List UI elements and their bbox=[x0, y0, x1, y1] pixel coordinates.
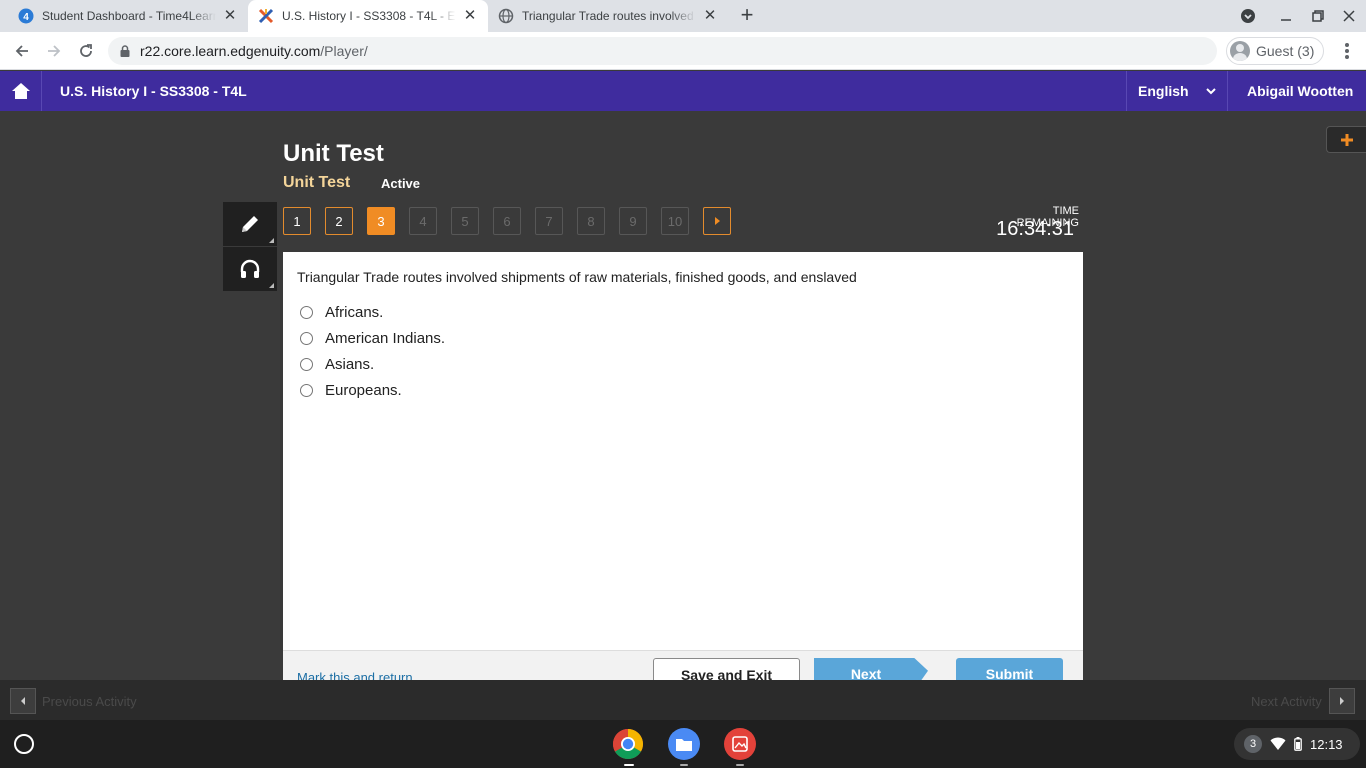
language-label: English bbox=[1138, 83, 1189, 99]
answer-option-1[interactable]: Africans. bbox=[300, 302, 383, 322]
answer-label: Europeans. bbox=[325, 381, 402, 399]
time4learning-icon: 4 bbox=[18, 8, 34, 24]
next-question-arrow[interactable] bbox=[703, 207, 731, 235]
question-nav-4[interactable]: 4 bbox=[409, 207, 437, 235]
question-nav-9[interactable]: 9 bbox=[619, 207, 647, 235]
question-text: Triangular Trade routes involved shipmen… bbox=[297, 269, 857, 285]
time-remaining-value: 16:34:31 bbox=[996, 218, 1074, 240]
url-path: /Player/ bbox=[320, 43, 368, 59]
url-host: r22.core.learn.edgenuity.com bbox=[140, 43, 321, 59]
profile-label: Guest (3) bbox=[1256, 43, 1315, 59]
os-shelf: 3 12:13 bbox=[0, 720, 1366, 768]
pencil-icon bbox=[242, 216, 258, 232]
question-panel: Triangular Trade routes involved shipmen… bbox=[283, 252, 1083, 650]
browser-tab-student-dashboard[interactable]: 4 Student Dashboard - Time4Learning ✕ bbox=[8, 0, 248, 32]
address-bar[interactable]: r22.core.learn.edgenuity.com/Player/ bbox=[108, 37, 1217, 65]
guest-avatar-icon bbox=[1230, 41, 1250, 61]
home-icon[interactable] bbox=[0, 71, 42, 111]
language-select[interactable]: English bbox=[1126, 71, 1228, 111]
app-indicator bbox=[680, 764, 688, 766]
browser-tab-triangular-trade[interactable]: Triangular Trade routes involved shipmen… bbox=[488, 0, 728, 32]
status-badge: Active bbox=[381, 176, 421, 191]
text-to-speech-button[interactable] bbox=[223, 247, 277, 291]
activity-nav-bar: Previous Activity Next Activity bbox=[0, 680, 1366, 720]
minimize-icon[interactable] bbox=[1269, 0, 1303, 32]
app-header: U.S. History I - SS3308 - T4L English Ab… bbox=[0, 71, 1366, 111]
tab-title: U.S. History I - SS3308 - T4L - Edgenuit… bbox=[282, 9, 456, 23]
edgenuity-icon bbox=[258, 8, 274, 24]
browser-tab-strip: 4 Student Dashboard - Time4Learning ✕ U.… bbox=[0, 0, 1366, 32]
wifi-icon bbox=[1270, 737, 1286, 751]
active-app-indicator bbox=[624, 764, 634, 766]
chrome-app-icon[interactable] bbox=[612, 728, 644, 760]
next-activity-label[interactable]: Next Activity bbox=[1251, 694, 1322, 709]
restore-icon[interactable] bbox=[1301, 0, 1335, 32]
question-nav-3[interactable]: 3 bbox=[367, 207, 395, 235]
close-tab-icon[interactable]: ✕ bbox=[462, 8, 478, 24]
next-activity-arrow[interactable] bbox=[1329, 688, 1355, 714]
previous-activity-arrow[interactable] bbox=[10, 688, 36, 714]
question-nav-1[interactable]: 1 bbox=[283, 207, 311, 235]
headphones-icon bbox=[240, 259, 260, 278]
svg-text:4: 4 bbox=[23, 12, 29, 23]
tab-title: Triangular Trade routes involved shipmen… bbox=[522, 9, 696, 23]
answer-option-2[interactable]: American Indians. bbox=[300, 328, 445, 348]
close-tab-icon[interactable]: ✕ bbox=[702, 8, 718, 24]
notification-count: 3 bbox=[1244, 735, 1262, 753]
tab-title: Student Dashboard - Time4Learning bbox=[42, 9, 216, 23]
mark-and-return-link[interactable]: Mark this and return bbox=[297, 670, 413, 680]
question-nav-6[interactable]: 6 bbox=[493, 207, 521, 235]
reload-icon[interactable] bbox=[73, 38, 99, 64]
close-window-icon[interactable] bbox=[1332, 0, 1366, 32]
answer-option-4[interactable]: Europeans. bbox=[300, 380, 402, 400]
browser-tab-us-history[interactable]: U.S. History I - SS3308 - T4L - Edgenuit… bbox=[248, 0, 488, 32]
close-tab-icon[interactable]: ✕ bbox=[222, 8, 238, 24]
radio-button[interactable] bbox=[300, 331, 313, 345]
expand-plus-button[interactable] bbox=[1326, 126, 1366, 153]
browser-toolbar: r22.core.learn.edgenuity.com/Player/ Gue… bbox=[0, 32, 1366, 70]
chevron-down-icon bbox=[1205, 84, 1217, 100]
answer-label: Africans. bbox=[325, 303, 384, 321]
browser-menu-icon[interactable] bbox=[1337, 41, 1357, 61]
radio-button[interactable] bbox=[300, 383, 313, 397]
launcher-icon[interactable] bbox=[14, 734, 34, 754]
files-app-icon[interactable] bbox=[668, 728, 700, 760]
radio-button[interactable] bbox=[300, 305, 313, 319]
user-name[interactable]: Abigail Wootten bbox=[1247, 83, 1353, 99]
radio-button[interactable] bbox=[300, 357, 313, 371]
status-tray[interactable]: 3 12:13 bbox=[1234, 728, 1360, 760]
globe-icon bbox=[498, 8, 514, 24]
answer-option-3[interactable]: Asians. bbox=[300, 354, 374, 374]
question-nav-2[interactable]: 2 bbox=[325, 207, 353, 235]
activity-subtitle: Unit Test bbox=[283, 174, 351, 191]
previous-activity-label[interactable]: Previous Activity bbox=[42, 694, 137, 709]
answer-label: Asians. bbox=[325, 355, 375, 373]
answer-label: American Indians. bbox=[325, 329, 446, 347]
question-footer: Mark this and return Save and Exit Next … bbox=[283, 650, 1083, 680]
submit-button[interactable]: Submit bbox=[956, 658, 1063, 680]
app-indicator bbox=[736, 764, 744, 766]
profile-button[interactable]: Guest (3) bbox=[1226, 37, 1324, 65]
clock: 12:13 bbox=[1310, 736, 1343, 752]
caret-right-icon bbox=[1340, 697, 1344, 705]
tab-search-icon[interactable] bbox=[1231, 0, 1265, 32]
back-arrow-icon[interactable] bbox=[9, 38, 35, 64]
next-button[interactable]: Next bbox=[814, 658, 928, 680]
plus-icon bbox=[1340, 133, 1353, 146]
lock-icon bbox=[120, 45, 130, 57]
question-nav-10[interactable]: 10 bbox=[661, 207, 689, 235]
new-tab-button[interactable]: + bbox=[736, 4, 758, 27]
course-title: U.S. History I - SS3308 - T4L bbox=[60, 83, 247, 99]
question-nav-5[interactable]: 5 bbox=[451, 207, 479, 235]
battery-icon bbox=[1294, 737, 1302, 751]
question-nav-8[interactable]: 8 bbox=[577, 207, 605, 235]
caret-left-icon bbox=[21, 697, 25, 705]
play-arrow-icon bbox=[715, 217, 720, 225]
gallery-app-icon[interactable] bbox=[724, 728, 756, 760]
forward-arrow-icon[interactable] bbox=[41, 38, 67, 64]
save-and-exit-button[interactable]: Save and Exit bbox=[653, 658, 800, 680]
pencil-tool-button[interactable] bbox=[223, 202, 277, 246]
question-nav-7[interactable]: 7 bbox=[535, 207, 563, 235]
page-title: Unit Test bbox=[283, 140, 384, 167]
